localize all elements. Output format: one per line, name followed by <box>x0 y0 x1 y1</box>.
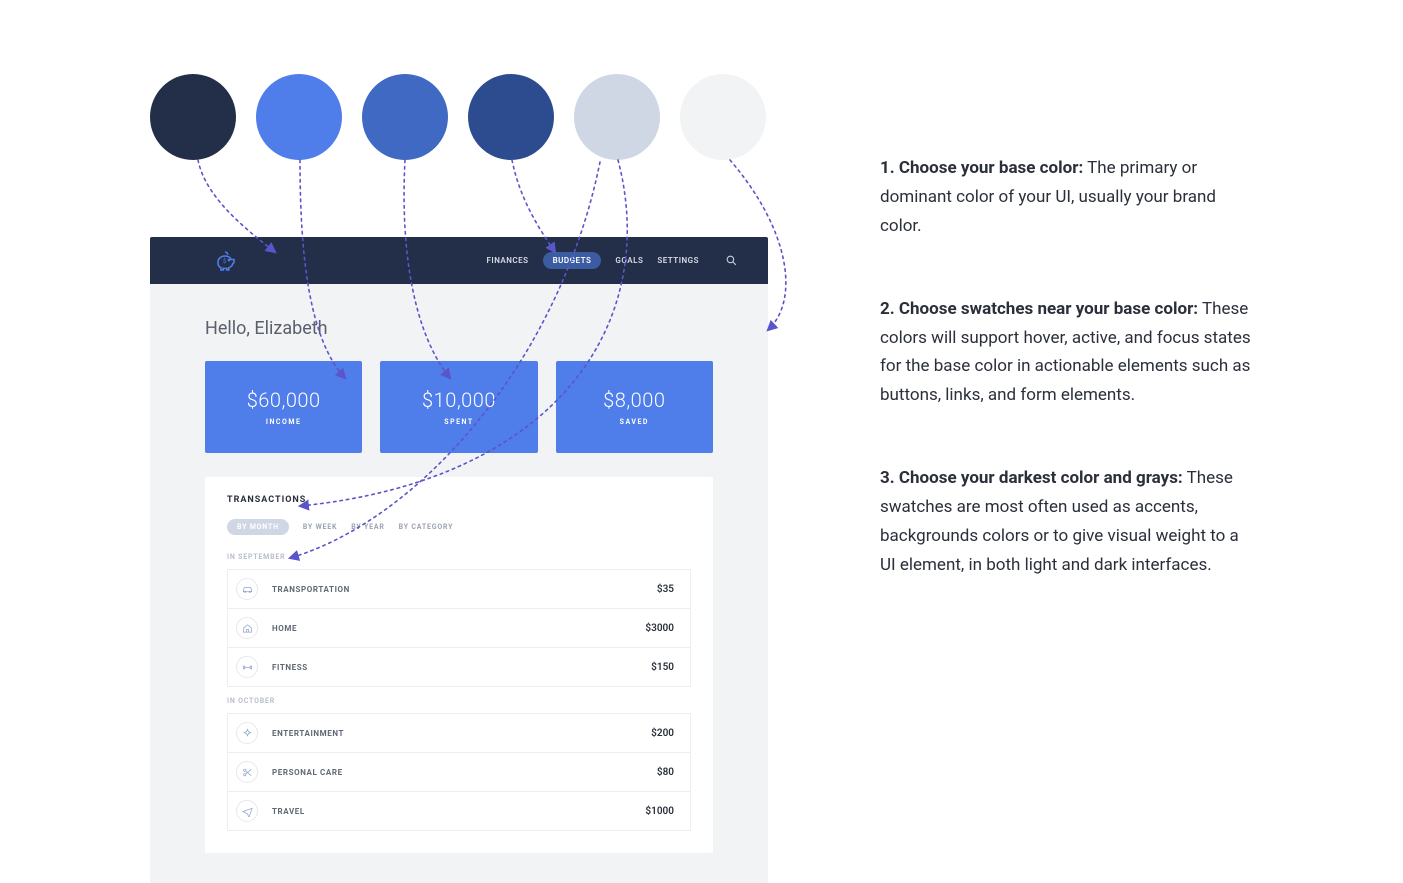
swatch-row <box>150 74 766 160</box>
step-title: 1. Choose your base color: <box>880 158 1083 178</box>
search-icon[interactable] <box>725 254 738 267</box>
swatch-lightest <box>680 74 766 160</box>
app-content: Hello, Elizabeth $60,000 INCOME $10,000 … <box>150 284 768 883</box>
car-icon <box>236 578 258 600</box>
fitness-icon <box>236 656 258 678</box>
greeting: Hello, Elizabeth <box>205 318 713 339</box>
main-nav: FINANCES BUDGETS GOALS SETTINGS <box>487 252 739 269</box>
card-amount: $10,000 <box>422 388 496 412</box>
group-label: IN SEPTEMBER <box>227 553 691 561</box>
card-label: INCOME <box>266 418 301 426</box>
topbar: $ FINANCES BUDGETS GOALS SETTINGS <box>150 237 768 284</box>
card-income[interactable]: $60,000 INCOME <box>205 361 362 453</box>
table-row[interactable]: HOME $3000 <box>227 609 691 648</box>
transaction-list: ENTERTAINMENT $200 PERSONAL CARE $80 TRA… <box>227 713 691 831</box>
txn-name: FITNESS <box>272 663 651 672</box>
app-mock: $ FINANCES BUDGETS GOALS SETTINGS Hello,… <box>150 237 768 883</box>
group-label: IN OCTOBER <box>227 697 691 705</box>
step-2: 2. Choose swatches near your base color:… <box>880 295 1255 411</box>
txn-name: PERSONAL CARE <box>272 768 657 777</box>
piggy-bank-icon: $ <box>214 249 238 273</box>
txn-amount: $35 <box>657 584 674 595</box>
filter-by-category[interactable]: BY CATEGORY <box>399 523 454 531</box>
step-3: 3. Choose your darkest color and grays: … <box>880 464 1255 580</box>
transaction-list: TRANSPORTATION $35 HOME $3000 FITNESS $1… <box>227 569 691 687</box>
txn-amount: $1000 <box>645 806 674 817</box>
swatch-primary <box>256 74 342 160</box>
card-spent[interactable]: $10,000 SPENT <box>380 361 537 453</box>
nav-settings[interactable]: SETTINGS <box>657 256 699 265</box>
table-row[interactable]: TRAVEL $1000 <box>227 792 691 831</box>
svg-text:$: $ <box>223 258 227 265</box>
panel-title: TRANSACTIONS <box>227 495 691 505</box>
swatch-shade-1 <box>362 74 448 160</box>
card-saved[interactable]: $8,000 SAVED <box>556 361 713 453</box>
table-row[interactable]: PERSONAL CARE $80 <box>227 753 691 792</box>
filter-by-month[interactable]: BY MONTH <box>227 519 289 535</box>
nav-finances[interactable]: FINANCES <box>487 256 529 265</box>
card-label: SPENT <box>444 418 473 426</box>
filter-by-week[interactable]: BY WEEK <box>303 523 337 531</box>
txn-amount: $80 <box>657 767 674 778</box>
txn-amount: $3000 <box>645 623 674 634</box>
table-row[interactable]: FITNESS $150 <box>227 648 691 687</box>
sparkle-icon <box>236 722 258 744</box>
step-title: 2. Choose swatches near your base color: <box>880 299 1198 319</box>
nav-goals[interactable]: GOALS <box>615 256 643 265</box>
card-amount: $60,000 <box>247 388 321 412</box>
card-label: SAVED <box>620 418 649 426</box>
scissors-icon <box>236 761 258 783</box>
steps-column: 1. Choose your base color: The primary o… <box>880 154 1255 634</box>
plane-icon <box>236 800 258 822</box>
step-1: 1. Choose your base color: The primary o… <box>880 154 1255 241</box>
txn-amount: $150 <box>651 662 674 673</box>
card-amount: $8,000 <box>603 388 665 412</box>
swatch-darkest <box>150 74 236 160</box>
txn-name: TRANSPORTATION <box>272 585 657 594</box>
txn-name: HOME <box>272 624 645 633</box>
txn-name: ENTERTAINMENT <box>272 729 651 738</box>
filter-by-year[interactable]: BY YEAR <box>351 523 384 531</box>
table-row[interactable]: TRANSPORTATION $35 <box>227 569 691 609</box>
txn-name: TRAVEL <box>272 807 645 816</box>
txn-amount: $200 <box>651 728 674 739</box>
summary-cards: $60,000 INCOME $10,000 SPENT $8,000 SAVE… <box>205 361 713 453</box>
step-title: 3. Choose your darkest color and grays: <box>880 468 1183 488</box>
swatch-gray <box>574 74 660 160</box>
transaction-filters: BY MONTH BY WEEK BY YEAR BY CATEGORY <box>227 519 691 535</box>
table-row[interactable]: ENTERTAINMENT $200 <box>227 713 691 753</box>
transactions-panel: TRANSACTIONS BY MONTH BY WEEK BY YEAR BY… <box>205 477 713 853</box>
home-icon <box>236 617 258 639</box>
nav-budgets[interactable]: BUDGETS <box>543 252 602 269</box>
swatch-shade-2 <box>468 74 554 160</box>
